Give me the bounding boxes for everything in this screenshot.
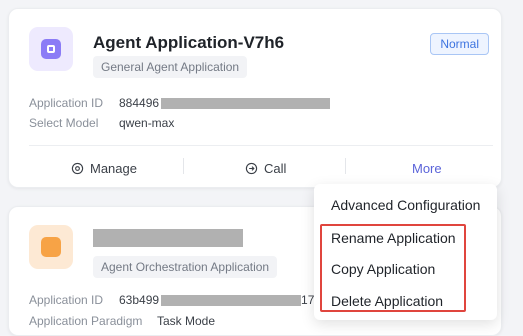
manage-button[interactable]: Manage [71, 161, 137, 176]
model-label: Select Model [29, 116, 99, 130]
redacted-id [161, 98, 331, 110]
application-id-value: 884496 [119, 96, 160, 110]
more-label: More [412, 161, 442, 176]
more-dropdown-menu: Advanced Configuration Rename Applicatio… [314, 184, 497, 320]
action-separator [183, 158, 184, 174]
menu-item-advanced-configuration[interactable]: Advanced Configuration [331, 197, 480, 213]
orchestration-icon [29, 225, 73, 269]
more-button[interactable]: More [412, 161, 442, 176]
application-card[interactable]: Agent Application-V7h6 General Agent App… [8, 8, 502, 188]
model-value: qwen-max [119, 116, 175, 130]
menu-item-rename-application[interactable]: Rename Application [331, 230, 456, 246]
menu-item-copy-application[interactable]: Copy Application [331, 261, 435, 277]
manage-label: Manage [90, 161, 137, 176]
application-id-row: Application ID 63b499 17a [29, 293, 321, 307]
call-label: Call [264, 161, 287, 176]
action-separator [345, 158, 346, 174]
application-id-row: Application ID 884496 [29, 96, 331, 110]
redacted-id [161, 295, 302, 307]
application-type-tag: General Agent Application [93, 56, 248, 78]
application-title: Agent Application-V7h6 [93, 33, 285, 52]
application-id-label: Application ID [29, 96, 104, 110]
application-id-label: Application ID [29, 293, 104, 307]
manage-icon [71, 162, 84, 175]
application-id-value: 63b499 [119, 293, 160, 307]
app-square-icon [29, 27, 73, 71]
application-type-tag: Agent Orchestration Application [93, 256, 278, 278]
call-button[interactable]: Call [245, 161, 286, 176]
call-icon [245, 162, 258, 175]
status-badge: Normal [430, 33, 489, 55]
card-divider [29, 145, 493, 146]
menu-item-delete-application[interactable]: Delete Application [331, 293, 443, 309]
model-row: Select Model qwen-max [29, 116, 174, 130]
redacted-title [93, 229, 243, 247]
